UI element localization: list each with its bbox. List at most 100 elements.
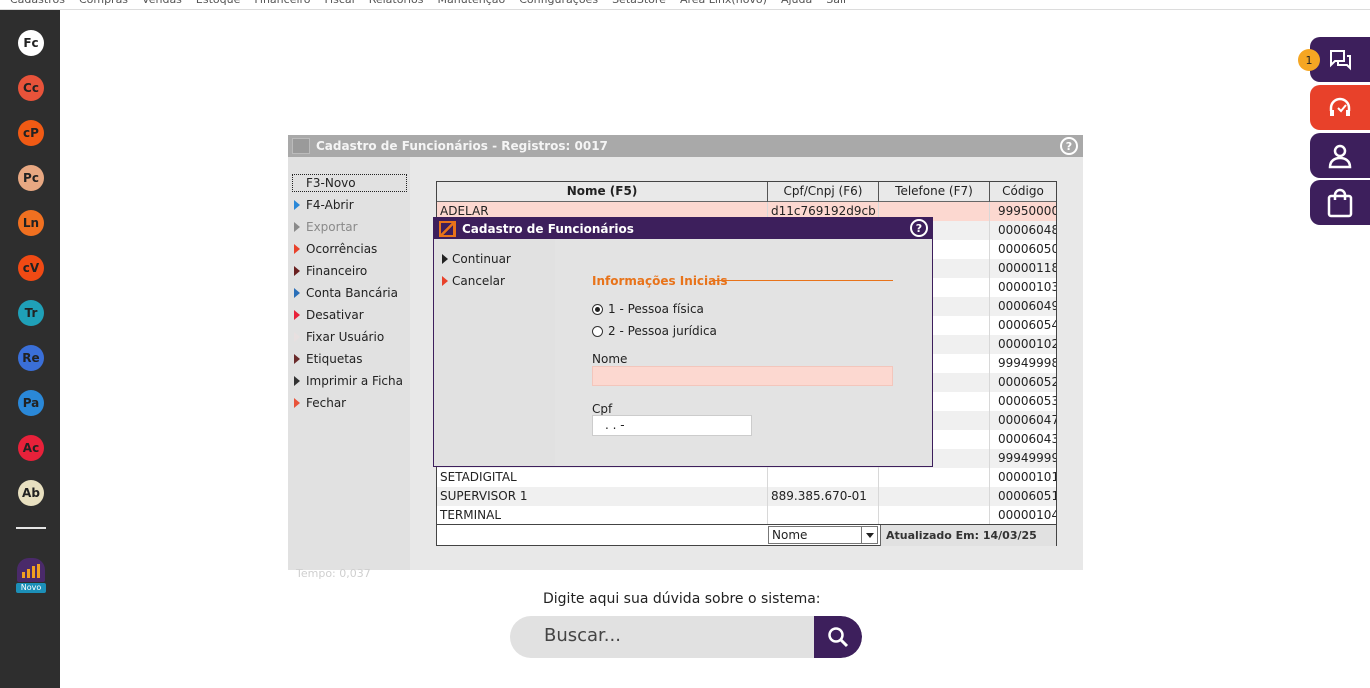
menu-item-f3-novo[interactable]: F3-Novo xyxy=(294,176,356,190)
cell-cod: 99950000 xyxy=(998,204,1056,218)
top-menu-item[interactable]: Ajuda xyxy=(781,0,812,6)
cell-cod: 00006043 xyxy=(998,432,1056,446)
cell-cod: 99949999 xyxy=(998,451,1056,465)
menu-item-financeiro[interactable]: Financeiro xyxy=(294,264,367,278)
new-employee-dialog: Cadastro de Funcionários ? Continuar Can… xyxy=(433,217,933,467)
arrow-right-icon xyxy=(294,354,300,364)
radio-pessoa-fisica[interactable]: 1 - Pessoa física xyxy=(592,302,704,316)
cell-cpf xyxy=(768,506,879,525)
sidebar-shortcut-ab[interactable]: Ab xyxy=(18,480,44,506)
arrow-right-icon xyxy=(294,266,300,276)
top-menu-item[interactable]: Sair xyxy=(826,0,847,6)
search-button[interactable] xyxy=(814,616,862,658)
cell-cpf xyxy=(768,468,879,487)
dialog-side-menu: Continuar Cancelar xyxy=(434,239,555,466)
grid-header: Nome (F5) Cpf/Cnpj (F6) Telefone (F7) Có… xyxy=(437,182,1056,217)
sidebar: Fc Cc cP Pc Ln cV Tr Re Pa Ac Ab Novo xyxy=(0,10,60,688)
top-menu-item[interactable]: Vendas xyxy=(142,0,182,6)
cell-cod: 00006049 xyxy=(998,299,1056,313)
nome-input[interactable] xyxy=(592,366,893,386)
menu-item-label: Fixar Usuário xyxy=(306,330,385,344)
menu-item-etiquetas[interactable]: Etiquetas xyxy=(294,352,363,366)
menu-item-f4-abrir[interactable]: F4-Abrir xyxy=(294,198,354,212)
cpf-input[interactable]: . . - xyxy=(592,415,752,436)
menu-item-exportar[interactable]: Exportar xyxy=(294,220,358,234)
search-input[interactable]: Buscar... xyxy=(544,625,621,646)
sidebar-shortcut-re[interactable]: Re xyxy=(18,345,44,371)
app-logo-icon xyxy=(292,138,310,154)
help-icon[interactable]: ? xyxy=(910,219,928,237)
radio-dot xyxy=(592,325,603,337)
arrow-right-icon xyxy=(294,222,300,232)
top-menu-item[interactable]: Estoque xyxy=(196,0,240,6)
table-row[interactable]: SETADIGITAL 00000101 xyxy=(437,468,1056,487)
sidebar-shortcut-pa[interactable]: Pa xyxy=(18,390,44,416)
menu-item-fixar-usu-rio[interactable]: Fixar Usuário xyxy=(294,330,384,344)
sidebar-shortcut-pc[interactable]: Pc xyxy=(18,165,44,191)
sidebar-shortcut-cp[interactable]: cP xyxy=(18,120,44,146)
cell-cod: 00000103 xyxy=(998,280,1056,294)
col-cpf[interactable]: Cpf/Cnpj (F6) xyxy=(768,182,879,202)
menu-item-label: Financeiro xyxy=(306,264,368,278)
menu-item-fechar[interactable]: Fechar xyxy=(294,396,346,410)
profile-tab[interactable] xyxy=(1310,133,1370,178)
cell-cod: 00006051 xyxy=(998,489,1056,503)
sidebar-shortcut-cc[interactable]: Cc xyxy=(18,75,44,101)
continue-label: Continuar xyxy=(452,252,511,266)
support-tab[interactable] xyxy=(1310,85,1370,130)
cell-cod: 00000118 xyxy=(998,261,1056,275)
col-nome[interactable]: Nome (F5) xyxy=(437,182,768,202)
cancel-button[interactable]: Cancelar xyxy=(442,274,505,288)
continue-button[interactable]: Continuar xyxy=(442,252,511,266)
cell-nome: SUPERVISOR 1 xyxy=(437,487,768,506)
help-icon[interactable]: ? xyxy=(1060,137,1078,155)
table-row[interactable]: SUPERVISOR 1 889.385.670-01 00006051 xyxy=(437,487,1056,506)
sort-field-select[interactable]: Nome xyxy=(768,526,878,544)
sidebar-shortcut-tr[interactable]: Tr xyxy=(18,300,44,326)
menu-item-conta-banc-ria[interactable]: Conta Bancária xyxy=(294,286,398,300)
menu-item-label: Fechar xyxy=(306,396,347,410)
tempo-label: Tempo: 0,037 xyxy=(296,567,371,580)
sidebar-shortcut-cv[interactable]: cV xyxy=(18,255,44,281)
grid-footer: Nome Atualizado Em: 14/03/25 xyxy=(437,524,1056,546)
top-menu-item[interactable]: Configurações xyxy=(519,0,598,6)
sidebar-shortcut-fc[interactable]: Fc xyxy=(18,30,44,56)
col-codigo[interactable]: Código (F8) xyxy=(990,182,1056,217)
sidebar-dashboard-new[interactable]: Novo xyxy=(16,558,46,594)
arrow-right-icon xyxy=(442,254,448,264)
top-menu-item[interactable]: Financeiro xyxy=(254,0,310,6)
cell-cod: 00000102 xyxy=(998,337,1056,351)
menu-item-label: F3-Novo xyxy=(306,176,356,190)
store-tab[interactable] xyxy=(1310,180,1370,225)
top-menu-item[interactable]: Fiscal xyxy=(325,0,355,6)
menu-item-label: Imprimir a Ficha xyxy=(306,374,403,388)
chevron-down-icon[interactable] xyxy=(861,527,877,543)
sidebar-shortcut-ac[interactable]: Ac xyxy=(18,435,44,461)
menu-item-desativar[interactable]: Desativar xyxy=(294,308,364,322)
menu-item-imprimir-a-ficha[interactable]: Imprimir a Ficha xyxy=(294,374,403,388)
sidebar-shortcut-ln[interactable]: Ln xyxy=(18,210,44,236)
top-menu-item[interactable]: Compras xyxy=(79,0,128,6)
cell-nome: SETADIGITAL xyxy=(437,468,768,487)
menu-item-label: Exportar xyxy=(306,220,358,234)
top-menu-item[interactable]: Relatórios xyxy=(369,0,424,6)
chat-notification-badge: 1 xyxy=(1298,49,1320,71)
menu-item-ocorr-ncias[interactable]: Ocorrências xyxy=(294,242,377,256)
top-menu-items: Cadastros Compras Vendas Estoque Financeiro F… xyxy=(10,0,848,6)
sort-field-value: Nome xyxy=(772,528,808,542)
cell-cod: 00006052 xyxy=(998,375,1056,389)
col-telefone[interactable]: Telefone (F7) xyxy=(879,182,990,202)
cell-cpf: 889.385.670-01 xyxy=(768,487,879,506)
table-row[interactable]: TERMINAL 00000104 xyxy=(437,506,1056,525)
top-menu-item[interactable]: Manutenção xyxy=(438,0,506,6)
cell-cod: 00006050 xyxy=(998,242,1056,256)
arrow-right-icon xyxy=(442,276,448,286)
top-menu-item[interactable]: SetaStore xyxy=(612,0,666,6)
radio-pessoa-juridica[interactable]: 2 - Pessoa jurídica xyxy=(592,324,717,338)
top-menu-item[interactable]: Área Linx(novo) xyxy=(680,0,767,6)
cell-cod: 00006053 xyxy=(998,394,1056,408)
arrow-right-icon xyxy=(294,288,300,298)
cell-nome: TERMINAL xyxy=(437,506,768,525)
top-menu-item[interactable]: Cadastros xyxy=(10,0,65,6)
bar-chart-icon xyxy=(17,558,45,582)
